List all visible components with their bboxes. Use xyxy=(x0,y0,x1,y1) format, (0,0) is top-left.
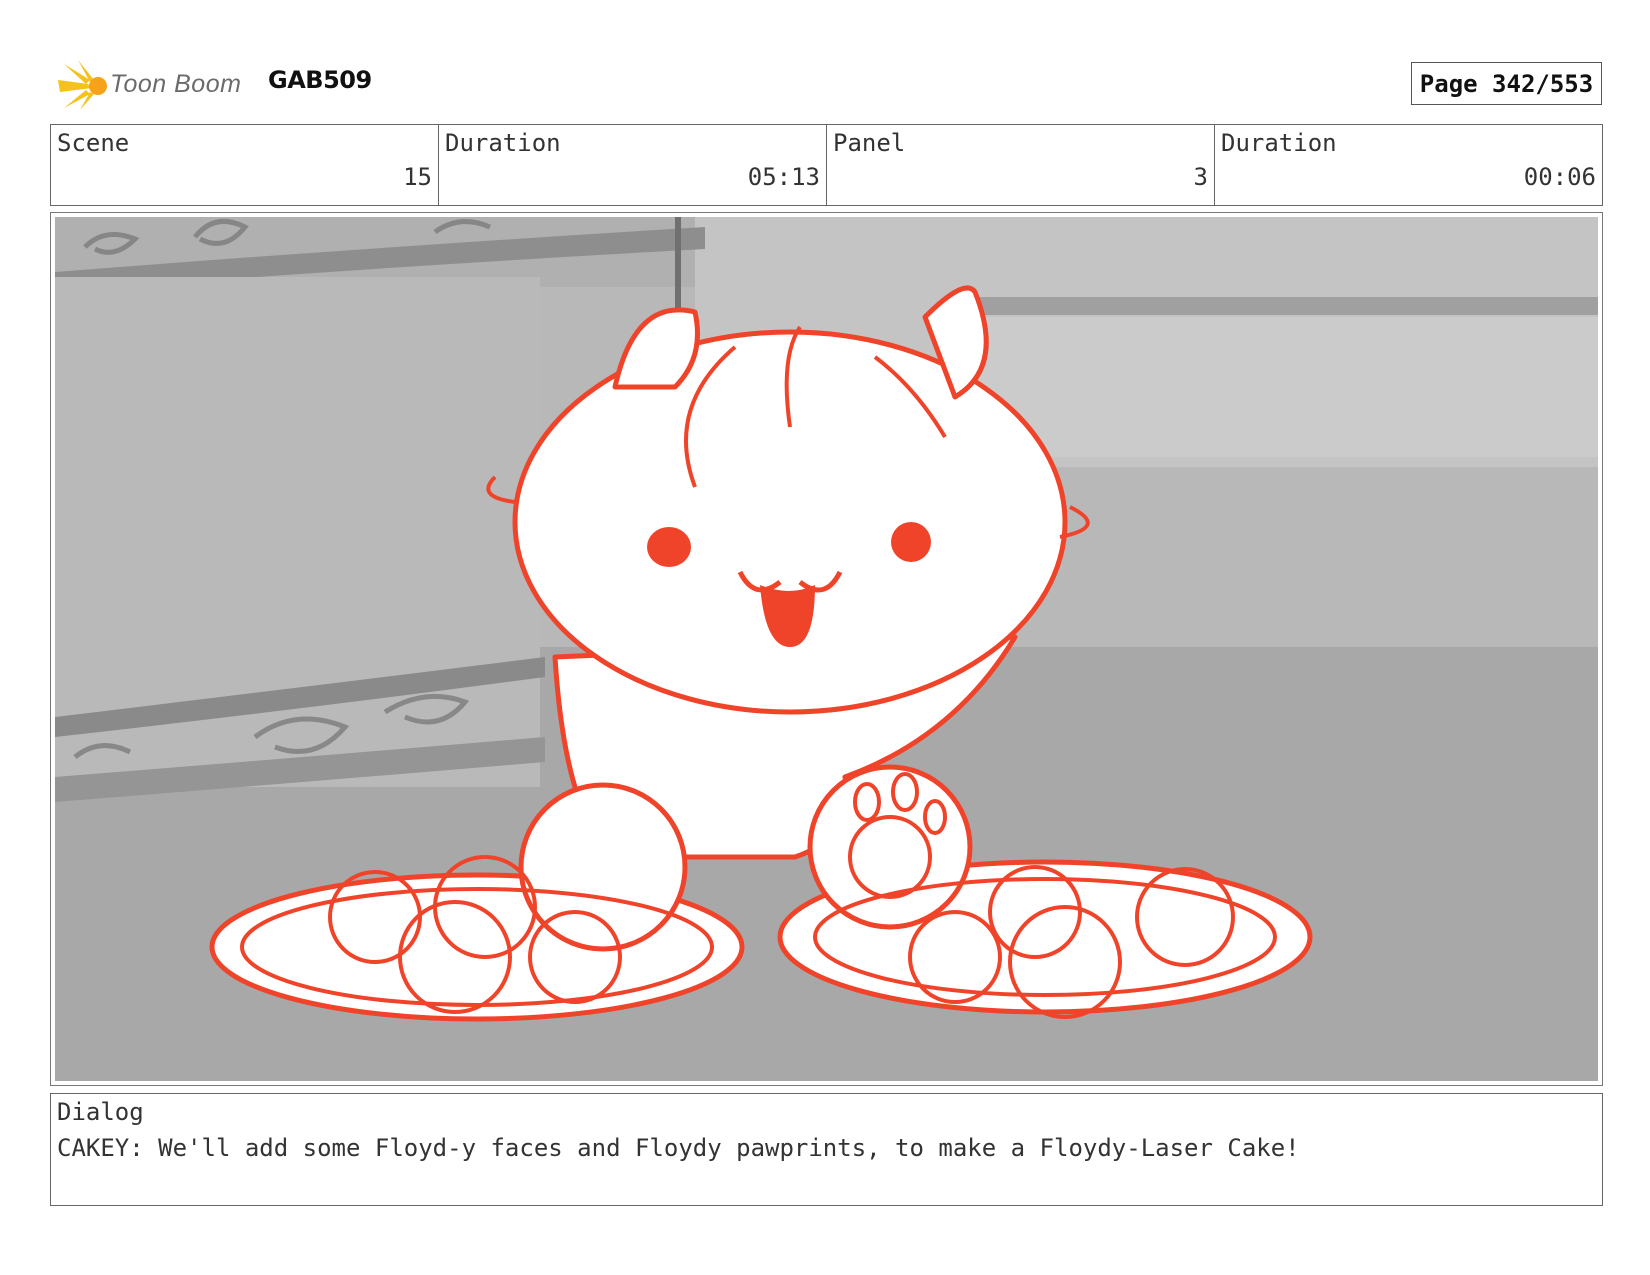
dialog-text: CAKEY: We'll add some Floyd-y faces and … xyxy=(57,1134,1300,1162)
panel-sketch-image xyxy=(55,217,1598,1081)
page-indicator: Page 342/553 xyxy=(1411,62,1602,105)
panel-duration-cell: Duration 00:06 xyxy=(1215,125,1602,205)
panel-label: Panel xyxy=(833,129,906,157)
dialog-box: Dialog CAKEY: We'll add some Floyd-y fac… xyxy=(50,1093,1603,1206)
panel-cell: Panel 3 xyxy=(827,125,1215,205)
storyboard-panel xyxy=(50,212,1603,1086)
scene-cell: Scene 15 xyxy=(51,125,439,205)
scene-duration-value: 05:13 xyxy=(747,163,820,191)
panel-duration-label: Duration xyxy=(1221,129,1337,157)
panel-value: 3 xyxy=(1193,163,1208,191)
dialog-label: Dialog xyxy=(57,1098,144,1126)
scene-label: Scene xyxy=(57,129,130,157)
scene-duration-label: Duration xyxy=(445,129,561,157)
brand-name: Toon Boom xyxy=(110,70,242,98)
scene-duration-cell: Duration 05:13 xyxy=(439,125,827,205)
scene-info-table: Scene 15 Duration 05:13 Panel 3 Duration… xyxy=(50,124,1603,206)
project-code: GAB509 xyxy=(268,66,372,94)
panel-duration-value: 00:06 xyxy=(1523,163,1596,191)
scene-value: 15 xyxy=(403,163,432,191)
